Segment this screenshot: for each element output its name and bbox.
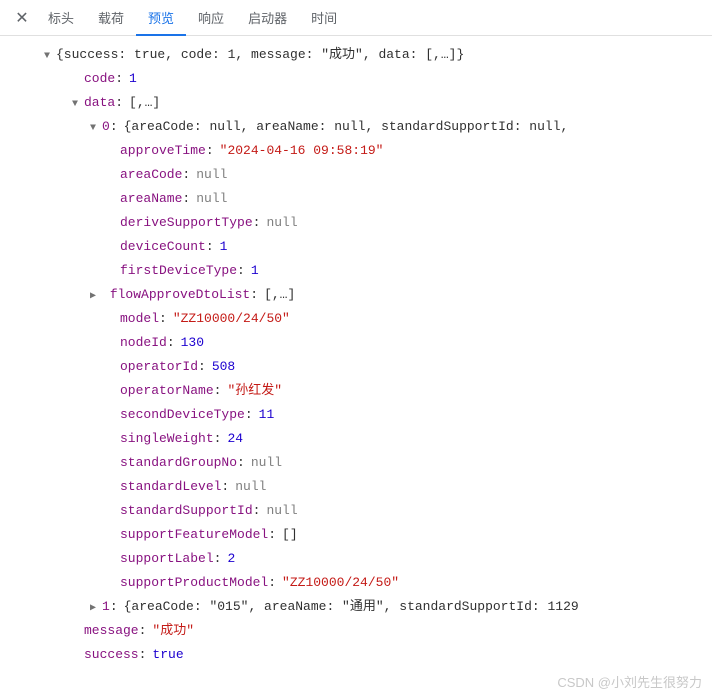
prop-code[interactable]: ▶ code:1: [8, 68, 712, 92]
prop-deviceCount[interactable]: ▶deviceCount:1: [8, 236, 712, 260]
close-icon[interactable]: ✕: [8, 8, 36, 28]
prop-standardLevel[interactable]: ▶standardLevel:null: [8, 476, 712, 500]
prop-model[interactable]: ▶model:"ZZ10000/24/50": [8, 308, 712, 332]
prop-areaName[interactable]: ▶areaName:null: [8, 188, 712, 212]
watermark: CSDN @小刘先生很努力: [557, 672, 702, 691]
chevron-right-icon[interactable]: ▶: [90, 286, 102, 308]
prop-standardSupportId[interactable]: ▶standardSupportId:null: [8, 500, 712, 524]
root-row[interactable]: ▼ {success: true, code: 1, message: "成功"…: [8, 44, 712, 68]
tabs-bar: ✕ 标头 载荷 预览 响应 启动器 时间: [0, 0, 712, 36]
prop-standardGroupNo[interactable]: ▶standardGroupNo:null: [8, 452, 712, 476]
prop-areaCode[interactable]: ▶areaCode:null: [8, 164, 712, 188]
root-summary: {success: true, code: 1, message: "成功", …: [56, 44, 464, 66]
prop-success[interactable]: ▶ success:true: [8, 644, 712, 668]
tab-timing[interactable]: 时间: [299, 0, 349, 36]
tab-response[interactable]: 响应: [186, 0, 236, 36]
prop-supportFeatureModel[interactable]: ▶supportFeatureModel:[]: [8, 524, 712, 548]
tab-initiator[interactable]: 启动器: [236, 0, 299, 36]
json-preview: ▼ {success: true, code: 1, message: "成功"…: [0, 36, 712, 676]
tab-payload[interactable]: 载荷: [86, 0, 136, 36]
chevron-down-icon[interactable]: ▼: [90, 118, 102, 140]
prop-deriveSupportType[interactable]: ▶deriveSupportType:null: [8, 212, 712, 236]
chevron-down-icon[interactable]: ▼: [72, 94, 84, 116]
prop-message[interactable]: ▶ message:"成功": [8, 620, 712, 644]
prop-firstDeviceType[interactable]: ▶firstDeviceType:1: [8, 260, 712, 284]
prop-supportProductModel[interactable]: ▶supportProductModel:"ZZ10000/24/50": [8, 572, 712, 596]
prop-operatorId[interactable]: ▶operatorId:508: [8, 356, 712, 380]
tab-preview[interactable]: 预览: [136, 0, 186, 36]
chevron-right-icon[interactable]: ▶: [90, 598, 102, 620]
data-item-0[interactable]: ▼ 0:{areaCode: null, areaName: null, sta…: [8, 116, 712, 140]
prop-approveTime[interactable]: ▶approveTime:"2024-04-16 09:58:19": [8, 140, 712, 164]
prop-secondDeviceType[interactable]: ▶secondDeviceType:11: [8, 404, 712, 428]
prop-data[interactable]: ▼ data:[,…]: [8, 92, 712, 116]
prop-flowApproveDtoList[interactable]: ▶ flowApproveDtoList:[,…]: [8, 284, 712, 308]
tab-headers[interactable]: 标头: [36, 0, 86, 36]
prop-singleWeight[interactable]: ▶singleWeight:24: [8, 428, 712, 452]
prop-supportLabel[interactable]: ▶supportLabel:2: [8, 548, 712, 572]
chevron-down-icon[interactable]: ▼: [44, 46, 56, 68]
prop-nodeId[interactable]: ▶nodeId:130: [8, 332, 712, 356]
prop-operatorName[interactable]: ▶operatorName:"孙红发": [8, 380, 712, 404]
data-item-1[interactable]: ▶ 1:{areaCode: "015", areaName: "通用", st…: [8, 596, 712, 620]
